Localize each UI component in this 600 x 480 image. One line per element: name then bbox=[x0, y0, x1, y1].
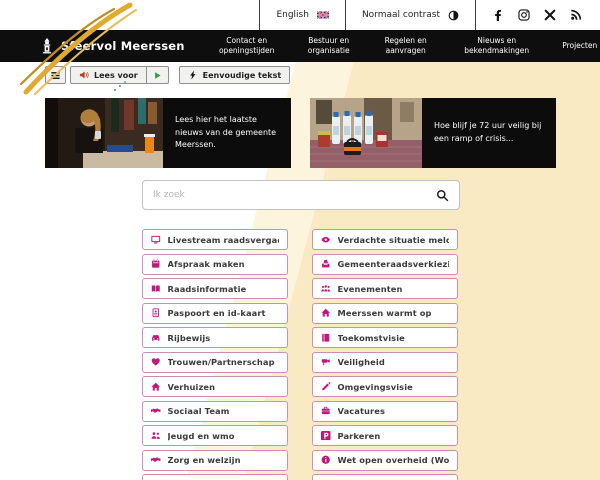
link-veiligheid[interactable]: Veiligheid bbox=[312, 352, 458, 373]
link-sociaal-team[interactable]: Sociaal Team bbox=[142, 401, 288, 422]
page: English Normaal contrast Sfeervol Meerss… bbox=[0, 0, 600, 480]
quick-links-right: Verdachte situatie melden Gemeenteraadsv… bbox=[312, 229, 458, 480]
listen-button[interactable]: Lees voor bbox=[70, 66, 147, 84]
group-icon bbox=[321, 284, 331, 294]
nav-nieuws[interactable]: Nieuws en bekendmakingen bbox=[452, 36, 542, 56]
uk-flag-icon bbox=[317, 9, 329, 21]
link-jeugd-wmo[interactable]: Jeugd en wmo bbox=[142, 425, 288, 446]
link-livestream[interactable]: Livestream raadsvergadering 1... bbox=[142, 229, 288, 250]
book-icon bbox=[321, 333, 331, 343]
site-search bbox=[142, 180, 460, 210]
link-toekomstvisie[interactable]: Toekomstvisie bbox=[312, 327, 458, 348]
link-afspraak-maken[interactable]: Afspraak maken bbox=[142, 254, 288, 275]
link-raadsinformatie[interactable]: Raadsinformatie bbox=[142, 278, 288, 299]
heart-icon bbox=[151, 357, 161, 367]
contrast-toggle[interactable]: Normaal contrast bbox=[345, 0, 475, 30]
link-verhuizen[interactable]: Verhuizen bbox=[142, 376, 288, 397]
nav-projecten[interactable]: Projecten bbox=[557, 41, 600, 51]
id-card-icon bbox=[151, 308, 161, 318]
nav-bestuur[interactable]: Bestuur en organisatie bbox=[298, 36, 360, 56]
handshake-icon bbox=[151, 455, 161, 465]
contrast-label: Normaal contrast bbox=[362, 10, 440, 20]
monitor-icon bbox=[151, 235, 161, 245]
link-verkiezingen[interactable]: Gemeenteraadsverkiezingen ... bbox=[312, 254, 458, 275]
link-partial-left[interactable] bbox=[142, 474, 288, 480]
main-nav: Contact en openingstijden Bestuur en org… bbox=[211, 36, 600, 56]
link-verdachte-situatie[interactable]: Verdachte situatie melden bbox=[312, 229, 458, 250]
reader-toolbar: Lees voor Eenvoudige tekst bbox=[45, 66, 290, 84]
quick-links-left: Livestream raadsvergadering 1... Afspraa… bbox=[142, 229, 288, 480]
handshake-icon bbox=[151, 406, 161, 416]
hamburger-icon bbox=[50, 70, 61, 81]
news-card-emergency[interactable]: Hoe blijf je 72 uur veilig bij een ramp … bbox=[310, 98, 556, 168]
play-button[interactable] bbox=[147, 66, 169, 84]
news-image-emergency-kit bbox=[310, 98, 422, 168]
link-vacatures[interactable]: Vacatures bbox=[312, 401, 458, 422]
link-warmt-op[interactable]: Meerssen warmt op bbox=[312, 303, 458, 324]
house-icon bbox=[321, 308, 331, 318]
reader-menu-button[interactable] bbox=[45, 66, 66, 84]
briefcase-icon bbox=[321, 406, 331, 416]
link-woo[interactable]: Wet open overheid (Woo) bbox=[312, 450, 458, 471]
car-icon bbox=[151, 333, 161, 343]
site-title: Sfeervol Meerssen bbox=[61, 39, 185, 53]
search-submit-icon[interactable] bbox=[426, 189, 459, 202]
pencil-icon bbox=[321, 382, 331, 392]
speaker-icon bbox=[79, 70, 89, 80]
link-trouwen[interactable]: Trouwen/Partnerschap bbox=[142, 352, 288, 373]
main-header: Sfeervol Meerssen Contact en openingstij… bbox=[0, 30, 600, 62]
link-paspoort[interactable]: Paspoort en id-kaart bbox=[142, 303, 288, 324]
people-icon bbox=[151, 431, 161, 441]
x-twitter-icon[interactable] bbox=[544, 9, 556, 21]
instagram-icon[interactable] bbox=[518, 9, 530, 21]
simple-text-button[interactable]: Eenvoudige tekst bbox=[179, 66, 291, 84]
link-omgevingsvisie[interactable]: Omgevingsvisie bbox=[312, 376, 458, 397]
nav-contact[interactable]: Contact en openingstijden bbox=[211, 36, 283, 56]
simple-text-label: Eenvoudige tekst bbox=[203, 71, 282, 80]
calendar-icon bbox=[151, 259, 161, 269]
news-card-latest-news[interactable]: Lees hier het laatste nieuws van de geme… bbox=[45, 98, 291, 168]
social-links bbox=[475, 0, 600, 30]
link-rijbewijs[interactable]: Rijbewijs bbox=[142, 327, 288, 348]
language-switch[interactable]: English bbox=[259, 0, 345, 30]
eye-icon bbox=[321, 235, 331, 245]
contrast-icon bbox=[448, 10, 459, 21]
open-book-icon bbox=[151, 284, 161, 294]
search-input[interactable] bbox=[143, 190, 426, 200]
link-zorg-welzijn[interactable]: Zorg en welzijn bbox=[142, 450, 288, 471]
ballot-icon bbox=[321, 259, 331, 269]
utility-bar: English Normaal contrast bbox=[0, 0, 600, 30]
facebook-icon[interactable] bbox=[492, 9, 504, 21]
info-icon bbox=[321, 455, 331, 465]
tower-icon bbox=[40, 38, 54, 55]
parking-icon bbox=[321, 431, 331, 441]
listen-label: Lees voor bbox=[94, 71, 138, 80]
nav-regelen[interactable]: Regelen en aanvragen bbox=[375, 36, 437, 56]
house-icon bbox=[151, 382, 161, 392]
site-logo[interactable]: Sfeervol Meerssen bbox=[40, 38, 185, 55]
lightning-icon bbox=[188, 70, 198, 80]
link-parkeren[interactable]: Parkeren bbox=[312, 425, 458, 446]
news-image-cafe bbox=[45, 98, 163, 168]
news-card-text: Lees hier het laatste nieuws van de geme… bbox=[163, 98, 291, 168]
news-card-text: Hoe blijf je 72 uur veilig bij een ramp … bbox=[422, 98, 556, 168]
link-partial-right[interactable] bbox=[312, 474, 458, 480]
security-camera-icon bbox=[321, 357, 331, 367]
link-evenementen[interactable]: Evenementen bbox=[312, 278, 458, 299]
rss-icon[interactable] bbox=[570, 9, 582, 21]
language-label: English bbox=[276, 10, 309, 20]
play-icon bbox=[153, 71, 162, 80]
